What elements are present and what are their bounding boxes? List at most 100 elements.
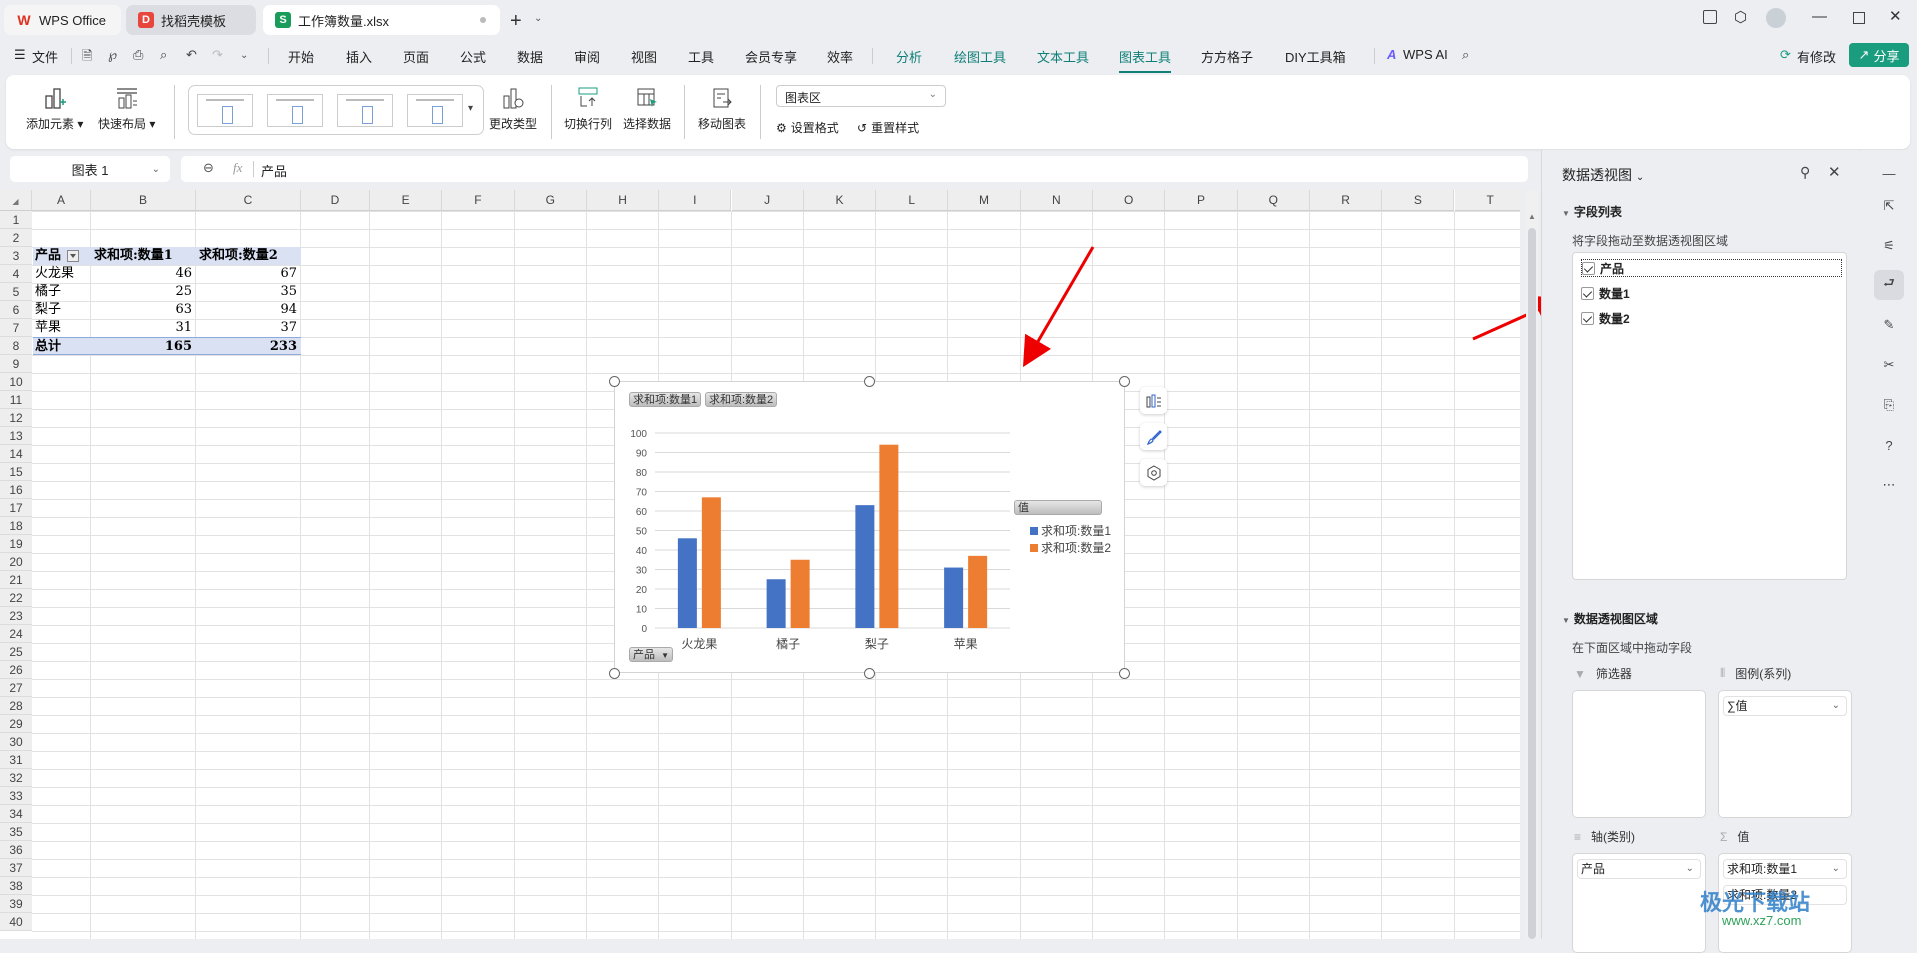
- column-header[interactable]: G: [514, 190, 587, 211]
- select-all-corner[interactable]: ◢: [0, 190, 32, 211]
- chart-elements-button[interactable]: [1140, 387, 1167, 414]
- save-icon[interactable]: 🗎: [82, 47, 92, 69]
- menu-wps-ai[interactable]: WPS AI: [1403, 47, 1448, 62]
- pivot-cell-qty1[interactable]: 25: [91, 283, 196, 301]
- pivot-cell-qty2[interactable]: 35: [196, 283, 301, 301]
- menu-review[interactable]: 审阅: [574, 47, 600, 66]
- row-header[interactable]: 30: [0, 733, 32, 751]
- menu-drawing-tools[interactable]: 绘图工具: [954, 47, 1006, 66]
- pivot-cell-qty2[interactable]: 67: [196, 265, 301, 283]
- chart-filter-settings-button[interactable]: [1140, 459, 1167, 486]
- row-header[interactable]: 9: [0, 355, 32, 373]
- axis-zone[interactable]: 产品 ⌄: [1572, 853, 1706, 953]
- row-header[interactable]: 5: [0, 283, 32, 301]
- tab-wps-office[interactable]: W WPS Office: [4, 5, 121, 35]
- column-header[interactable]: H: [586, 190, 660, 211]
- restore-button[interactable]: [1853, 12, 1865, 24]
- select-data-button[interactable]: 选择数据: [623, 85, 671, 132]
- field-item-qty2[interactable]: 数量2: [1581, 309, 1630, 327]
- column-header[interactable]: D: [301, 190, 370, 211]
- column-header[interactable]: B: [91, 190, 196, 211]
- areas-section[interactable]: ▼ 数据透视图区域: [1562, 610, 1658, 627]
- menu-insert[interactable]: 插入: [346, 47, 372, 66]
- user-avatar[interactable]: [1766, 8, 1786, 28]
- filter-zone[interactable]: [1572, 690, 1706, 818]
- row-header[interactable]: 31: [0, 751, 32, 769]
- scroll-up-icon[interactable]: ▲: [1528, 212, 1536, 221]
- column-header[interactable]: L: [876, 190, 949, 211]
- row-header[interactable]: 21: [0, 571, 32, 589]
- column-header[interactable]: P: [1165, 190, 1238, 211]
- column-header[interactable]: E: [370, 190, 443, 211]
- row-header[interactable]: 23: [0, 607, 32, 625]
- row-header[interactable]: 20: [0, 553, 32, 571]
- checkbox-checked[interactable]: [1582, 261, 1595, 275]
- resize-handle-nw[interactable]: [609, 376, 620, 387]
- column-header[interactable]: A: [32, 190, 91, 211]
- menu-tools[interactable]: 工具: [688, 47, 714, 66]
- field-item-product[interactable]: 产品: [1581, 259, 1842, 277]
- export-icon[interactable]: ℘: [108, 47, 117, 63]
- filter-dropdown-icon[interactable]: [67, 249, 80, 262]
- column-header[interactable]: Q: [1237, 190, 1310, 211]
- row-header[interactable]: 25: [0, 643, 32, 661]
- chart-style-gallery[interactable]: [188, 85, 484, 135]
- pivot-total-label[interactable]: 总计: [33, 337, 91, 355]
- row-header[interactable]: 37: [0, 859, 32, 877]
- formula-content[interactable]: 产品: [261, 161, 287, 180]
- resize-handle-ne[interactable]: [1119, 376, 1130, 387]
- checkbox-checked[interactable]: [1581, 311, 1594, 325]
- close-panel-icon[interactable]: ✕: [1828, 163, 1841, 181]
- chart-style-thumb[interactable]: [407, 94, 463, 127]
- pivot-cell-product[interactable]: 火龙果: [33, 265, 91, 283]
- row-header[interactable]: 40: [0, 913, 32, 931]
- axis-field-button[interactable]: 产品 ▼: [629, 647, 673, 662]
- resize-handle-sw[interactable]: [609, 668, 620, 679]
- row-header[interactable]: 16: [0, 481, 32, 499]
- row-header[interactable]: 29: [0, 715, 32, 733]
- row-header[interactable]: 13: [0, 427, 32, 445]
- resize-handle-n[interactable]: [864, 376, 875, 387]
- modified-status[interactable]: 有修改: [1797, 47, 1836, 66]
- column-header[interactable]: R: [1309, 190, 1383, 211]
- change-type-button[interactable]: 更改类型: [489, 85, 537, 132]
- collapse-strip-icon[interactable]: —: [1874, 158, 1904, 188]
- menu-home[interactable]: 开始: [288, 47, 314, 66]
- column-header[interactable]: C: [196, 190, 301, 211]
- row-header[interactable]: 24: [0, 625, 32, 643]
- pivot-chart[interactable]: 求和项:数量1 求和项:数量2 0 10 20 30 40 50 60 70 80 90 100 火龙…: [614, 381, 1125, 673]
- menu-file[interactable]: 文件: [32, 47, 58, 66]
- row-header[interactable]: 1: [0, 211, 32, 229]
- column-header[interactable]: K: [803, 190, 877, 211]
- row-header[interactable]: 33: [0, 787, 32, 805]
- select-pointer-icon[interactable]: ⇱: [1874, 191, 1904, 221]
- column-header[interactable]: M: [948, 190, 1021, 211]
- values-zone-item[interactable]: 求和项:数量1 ⌄: [1723, 859, 1847, 879]
- chart-style-thumb[interactable]: [267, 94, 323, 127]
- row-header[interactable]: 6: [0, 301, 32, 319]
- row-header[interactable]: 28: [0, 697, 32, 715]
- formula-bar[interactable]: ⊖ fx 产品: [181, 156, 1528, 182]
- pivot-total-qty2[interactable]: 233: [196, 337, 301, 355]
- pivot-header-qty1[interactable]: 求和项:数量1: [91, 247, 196, 265]
- row-header[interactable]: 12: [0, 409, 32, 427]
- axis-zone-item[interactable]: 产品 ⌄: [1577, 859, 1701, 879]
- row-header[interactable]: 35: [0, 823, 32, 841]
- menu-efficiency[interactable]: 效率: [827, 47, 853, 66]
- property-sliders-icon[interactable]: ⚟: [1874, 231, 1904, 261]
- pin-icon[interactable]: ⚲: [1800, 164, 1810, 181]
- menu-page[interactable]: 页面: [403, 47, 429, 66]
- vertical-scroll-thumb[interactable]: [1528, 228, 1536, 939]
- column-header[interactable]: S: [1382, 190, 1455, 211]
- menu-data[interactable]: 数据: [517, 47, 543, 66]
- tab-workbook[interactable]: S 工作簿数量.xlsx: [263, 5, 500, 35]
- menu-fangfang[interactable]: 方方格子: [1201, 47, 1253, 66]
- chart-style-thumb[interactable]: [337, 94, 393, 127]
- row-header[interactable]: 7: [0, 319, 32, 337]
- row-header[interactable]: 10: [0, 373, 32, 391]
- tab-docer-templates[interactable]: D 找稻壳模板: [126, 5, 256, 35]
- row-header[interactable]: 3: [0, 247, 32, 265]
- legend-zone[interactable]: ∑值 ⌄: [1718, 690, 1852, 818]
- new-tab-button[interactable]: +: [510, 10, 522, 33]
- resize-handle-se[interactable]: [1119, 668, 1130, 679]
